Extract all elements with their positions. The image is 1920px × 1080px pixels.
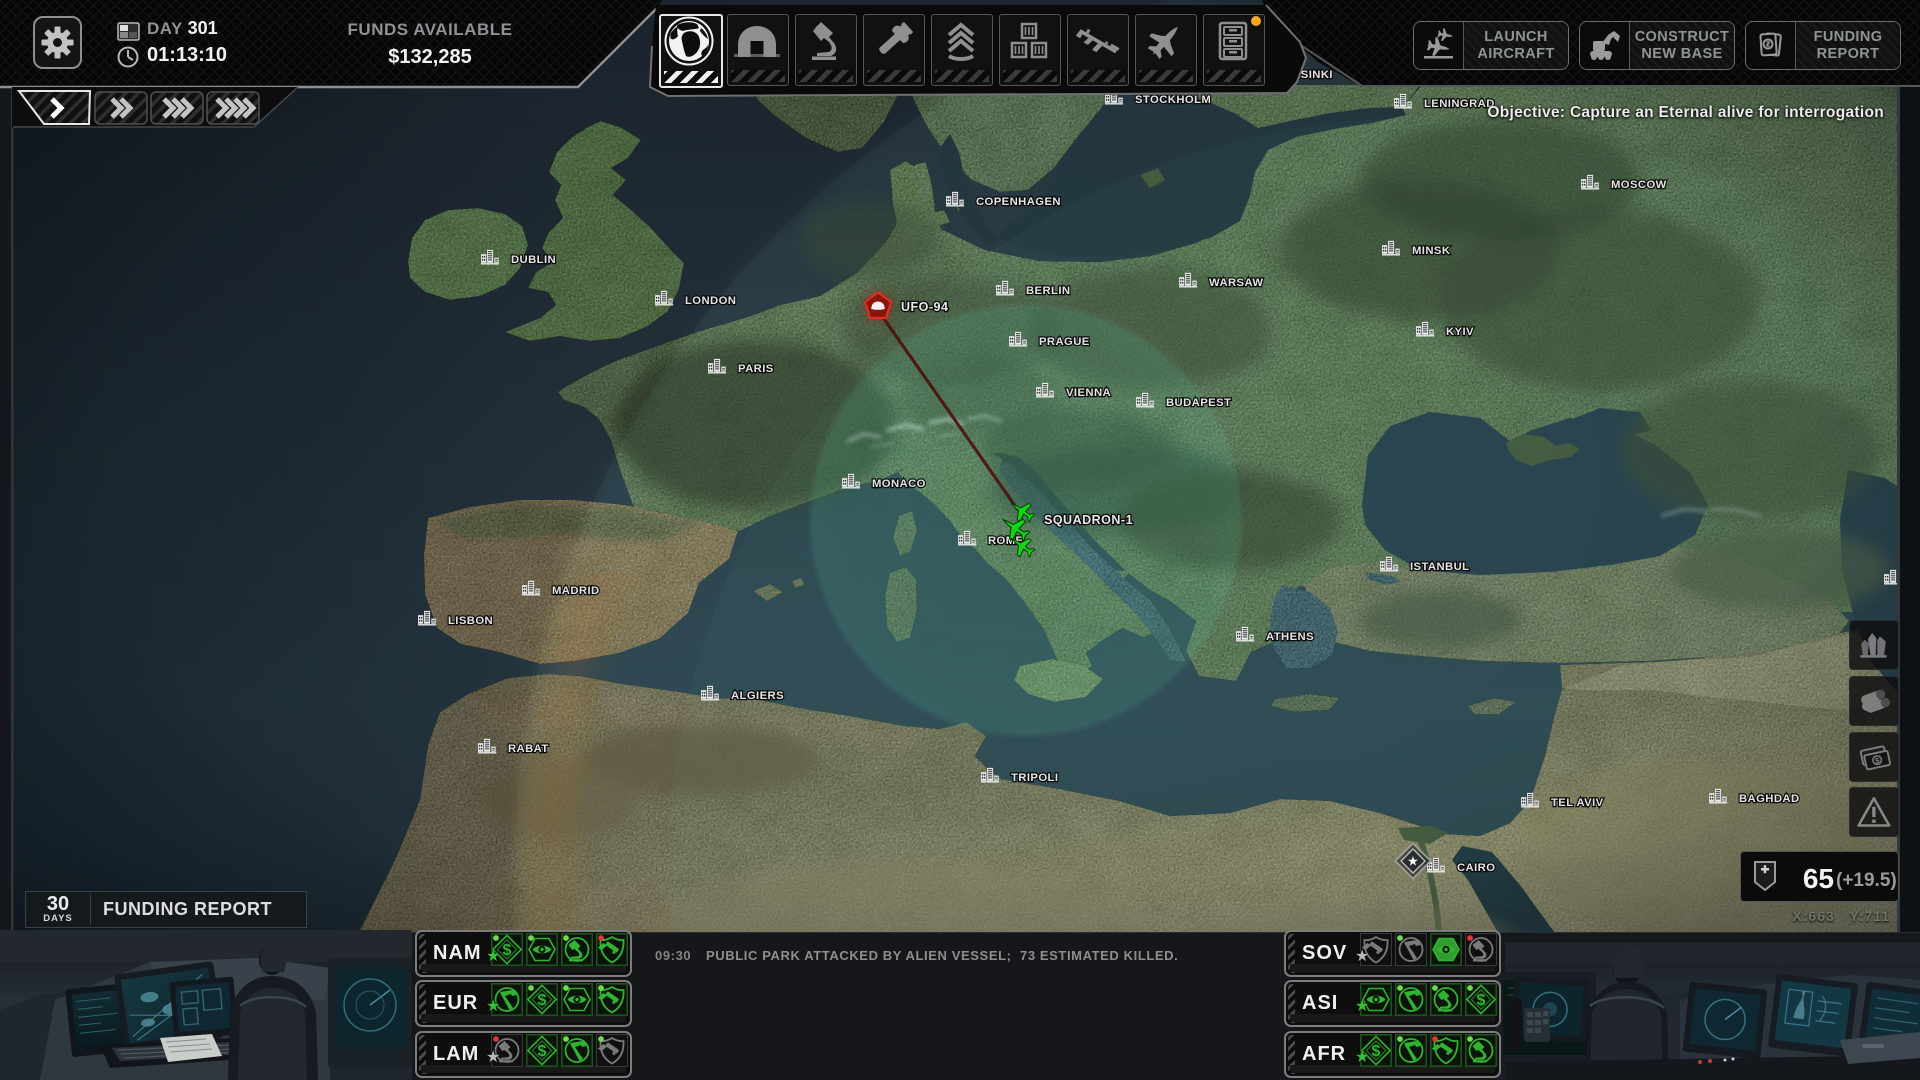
svg-text:65: 65 bbox=[1803, 863, 1834, 894]
svg-text:(+19.5): (+19.5) bbox=[1836, 870, 1897, 891]
